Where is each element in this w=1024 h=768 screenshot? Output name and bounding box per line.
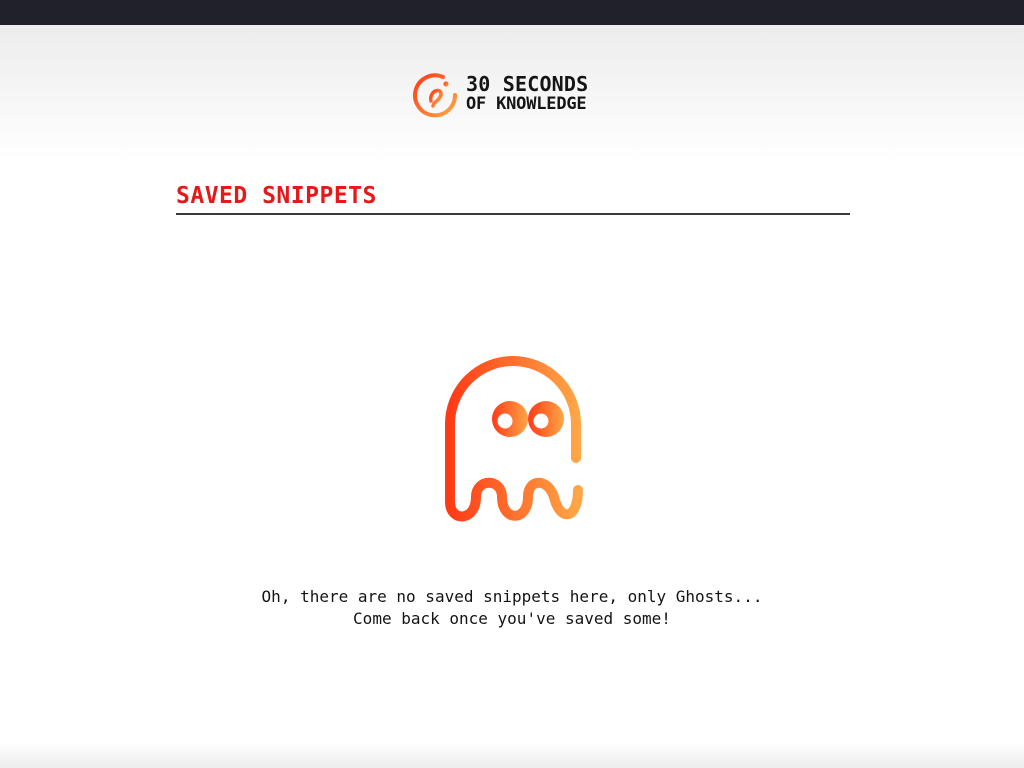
empty-state-line-2: Come back once you've saved some! <box>353 609 671 628</box>
empty-state-message: Oh, there are no saved snippets here, on… <box>112 586 912 630</box>
title-divider <box>176 213 850 215</box>
site-logo-link[interactable]: 30 SECONDS OF KNOWLEDGE <box>410 68 588 120</box>
browser-top-bar <box>0 0 1024 25</box>
footer-background <box>0 742 1024 768</box>
logo-line-2: OF KNOWLEDGE <box>466 94 587 114</box>
ghost-icon <box>445 356 583 522</box>
page-title: SAVED SNIPPETS <box>176 183 377 209</box>
logo-wordmark: 30 SECONDS OF KNOWLEDGE <box>466 74 588 114</box>
bulb-icon <box>413 73 458 118</box>
empty-state-line-1: Oh, there are no saved snippets here, on… <box>261 587 763 606</box>
logo-line-1: 30 SECONDS <box>466 72 589 96</box>
